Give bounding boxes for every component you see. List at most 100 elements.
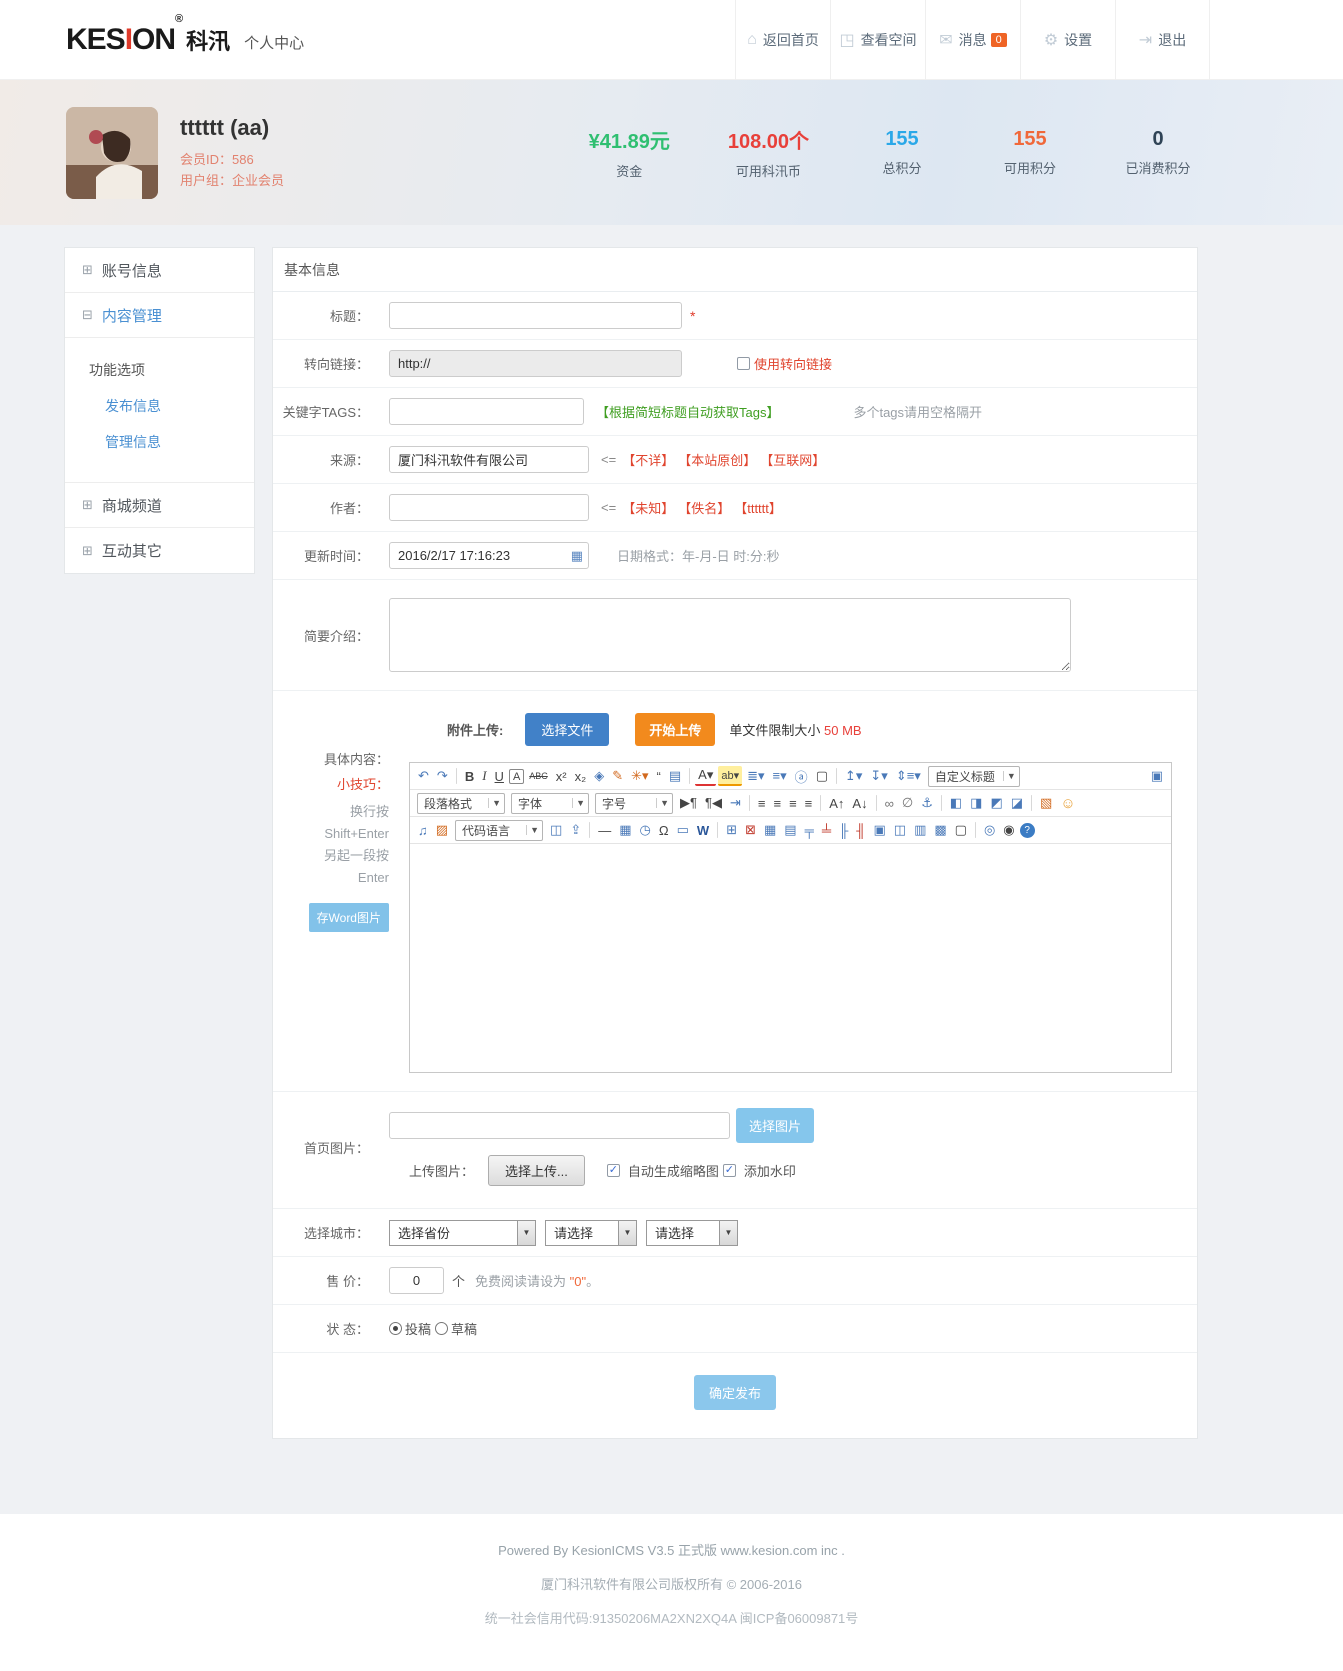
nav-messages[interactable]: ✉ 消息 0 [925, 0, 1020, 80]
font-bigger-icon[interactable]: A↑ [826, 793, 847, 813]
blockquote-icon[interactable]: “ [654, 766, 664, 786]
horizontal-rule-icon[interactable]: — [595, 820, 614, 840]
word-paste-icon[interactable]: W [694, 820, 712, 840]
source-option-link[interactable]: 【本站原创】 [678, 450, 756, 469]
home-image-url-input[interactable] [389, 1112, 730, 1139]
indent-icon[interactable]: ↥▾ [842, 766, 865, 786]
insert-col-icon[interactable]: ╟ [836, 820, 851, 840]
undo-icon[interactable]: ↶ [415, 766, 432, 786]
watermark-checkbox[interactable]: ✓ [722, 1164, 736, 1177]
eraser-icon[interactable]: ◈ [591, 766, 607, 786]
redo-icon[interactable]: ↷ [434, 766, 451, 786]
sidebar-item-mall[interactable]: ⊞ 商城频道 [65, 483, 254, 528]
delete-row-icon[interactable]: ╧ [819, 820, 834, 840]
help-icon[interactable]: ? [1019, 822, 1035, 838]
font-size-select[interactable]: 字号 ▼ [595, 792, 673, 814]
status-option-submit[interactable]: 投稿 [389, 1319, 431, 1338]
font-style-icon[interactable]: A [508, 769, 525, 784]
new-document-icon[interactable]: ▢ [813, 766, 831, 786]
strikethrough-icon[interactable]: ABC [526, 766, 551, 786]
anchor-icon[interactable]: ⚓ [918, 793, 936, 813]
author-input[interactable] [389, 494, 589, 521]
title-input[interactable] [389, 302, 682, 329]
editor-content-area[interactable] [410, 844, 1171, 1072]
paragraph-format-select[interactable]: 段落格式 ▼ [417, 792, 505, 814]
auto-tags-link[interactable]: 【根据简短标题自动获取Tags】 [596, 402, 779, 421]
sidebar-link-publish[interactable]: 发布信息 [65, 388, 254, 424]
intro-textarea[interactable] [389, 598, 1071, 672]
nav-back-home[interactable]: ⌂ 返回首页 [735, 0, 830, 80]
choose-upload-button[interactable]: 选择上传... [488, 1155, 585, 1186]
music-icon[interactable]: ♫ [415, 820, 431, 840]
custom-title-select[interactable]: 自定义标题 ▼ [927, 765, 1020, 787]
price-input[interactable] [389, 1267, 444, 1294]
align-justify-icon[interactable]: ≡ [802, 793, 816, 813]
line-height-icon[interactable]: ⇕≡▾ [893, 766, 924, 786]
avatar[interactable] [66, 106, 158, 199]
first-indent-icon[interactable]: ⇥ [727, 793, 744, 813]
special-char-icon[interactable]: Ω [656, 820, 672, 840]
split-cell-icon[interactable]: ◫ [891, 820, 909, 840]
confirm-publish-button[interactable]: 确定发布 [693, 1375, 776, 1410]
delete-table-icon[interactable]: ⊠ [742, 820, 759, 840]
clock-icon[interactable]: ◷ [637, 820, 654, 840]
city-select[interactable]: 请选择 ▼ [545, 1219, 637, 1246]
save-word-images-button[interactable]: 存Word图片 [308, 903, 389, 932]
find-replace-icon[interactable]: ◉ [1000, 820, 1017, 840]
update-time-input[interactable] [389, 542, 589, 569]
row-props-icon[interactable]: ▤ [781, 820, 799, 840]
anchor-name-icon[interactable]: ⓐ [792, 766, 811, 786]
status-option-draft[interactable]: 草稿 [435, 1319, 477, 1338]
ltr-paragraph-icon[interactable]: ▶¶ [677, 793, 700, 813]
submit-radio[interactable] [389, 1322, 402, 1335]
page-break-icon[interactable]: ▢ [952, 820, 970, 840]
underline-icon[interactable]: U [492, 766, 507, 786]
subscript-icon[interactable]: x₂ [572, 766, 590, 786]
rtl-paragraph-icon[interactable]: ¶◀ [702, 793, 725, 813]
district-select[interactable]: 请选择 ▼ [646, 1219, 738, 1246]
start-upload-button[interactable]: 开始上传 [635, 713, 716, 746]
unordered-list-icon[interactable]: ≡▾ [770, 766, 790, 786]
float-right-icon[interactable]: ◨ [967, 793, 985, 813]
clear-format-icon[interactable]: ✳▾ [628, 766, 651, 786]
calendar-insert-icon[interactable]: ▦ [616, 820, 634, 840]
table-border-icon[interactable]: ▩ [931, 820, 949, 840]
unlink-icon[interactable]: ∅ [899, 793, 916, 813]
italic-icon[interactable]: I [479, 766, 489, 786]
superscript-icon[interactable]: x² [553, 766, 570, 786]
use-redirect-checkbox[interactable] [737, 357, 750, 370]
sidebar-link-manage[interactable]: 管理信息 [65, 424, 254, 460]
float-left-icon[interactable]: ◧ [947, 793, 965, 813]
screenshot-icon[interactable]: ▭ [674, 820, 692, 840]
nav-settings[interactable]: ⚙ 设置 [1020, 0, 1115, 80]
paste-text-icon[interactable]: ▤ [666, 766, 684, 786]
font-family-select[interactable]: 字体 ▼ [511, 792, 589, 814]
author-option-link[interactable]: 【tttttt】 [734, 498, 782, 517]
preview-icon[interactable]: ◎ [981, 820, 998, 840]
link-icon[interactable]: ∞ [882, 793, 897, 813]
nav-logout[interactable]: ⇥ 退出 [1115, 0, 1210, 80]
source-option-link[interactable]: 【互联网】 [760, 450, 825, 469]
nav-view-space[interactable]: ◳ 查看空间 [830, 0, 925, 80]
align-center-icon[interactable]: ≡ [770, 793, 784, 813]
font-smaller-icon[interactable]: A↓ [849, 793, 870, 813]
tags-input[interactable] [389, 398, 584, 425]
emoticon-icon[interactable]: ☺ [1057, 793, 1078, 813]
code-language-select[interactable]: 代码语言 ▼ [455, 819, 544, 841]
auto-thumbnail-checkbox[interactable]: ✓ [606, 1164, 620, 1177]
draft-radio[interactable] [435, 1322, 449, 1335]
sidebar-item-interact[interactable]: ⊞ 互动其它 [65, 528, 254, 573]
highlight-color-icon[interactable]: ab▾ [718, 766, 743, 786]
word-upload-icon[interactable]: ⇪ [567, 820, 584, 840]
merge-cells-icon[interactable]: ▣ [870, 820, 888, 840]
image-right-icon[interactable]: ◪ [1008, 793, 1026, 813]
fullscreen-icon[interactable]: ▣ [1148, 766, 1166, 786]
delete-col-icon[interactable]: ╢ [853, 820, 868, 840]
choose-file-button[interactable]: 选择文件 [525, 713, 610, 746]
media-icon[interactable]: ▨ [433, 820, 451, 840]
sidebar-item-account[interactable]: ⊞ 账号信息 [65, 248, 254, 293]
source-option-link[interactable]: 【不详】 [622, 450, 674, 469]
align-left-icon[interactable]: ≡ [755, 793, 769, 813]
align-right-icon[interactable]: ≡ [786, 793, 800, 813]
source-input[interactable] [389, 446, 589, 473]
